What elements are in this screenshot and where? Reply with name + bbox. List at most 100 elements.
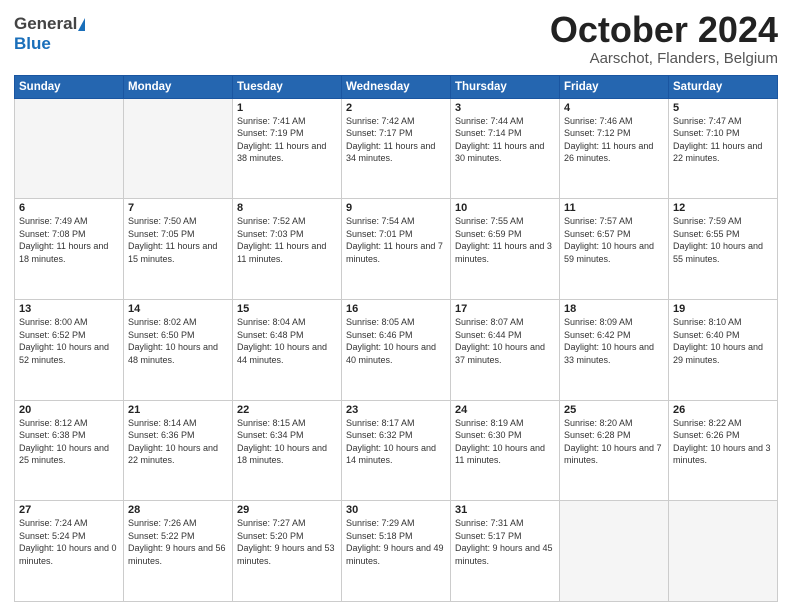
sunrise-text: Sunrise: 7:41 AM <box>237 115 337 128</box>
calendar-cell: 2Sunrise: 7:42 AMSunset: 7:17 PMDaylight… <box>342 98 451 199</box>
sunrise-text: Sunrise: 8:19 AM <box>455 417 555 430</box>
sunset-text: Sunset: 6:38 PM <box>19 429 119 442</box>
calendar-cell: 10Sunrise: 7:55 AMSunset: 6:59 PMDayligh… <box>451 199 560 300</box>
logo-general-text: General <box>14 14 77 34</box>
calendar-cell: 23Sunrise: 8:17 AMSunset: 6:32 PMDayligh… <box>342 400 451 501</box>
title-area: October 2024 Aarschot, Flanders, Belgium <box>550 10 778 67</box>
daylight-text: Daylight: 10 hours and 7 minutes. <box>564 442 664 467</box>
calendar-week-3: 20Sunrise: 8:12 AMSunset: 6:38 PMDayligh… <box>15 400 778 501</box>
calendar-table: Sunday Monday Tuesday Wednesday Thursday… <box>14 75 778 602</box>
sunrise-text: Sunrise: 7:31 AM <box>455 517 555 530</box>
calendar-cell: 22Sunrise: 8:15 AMSunset: 6:34 PMDayligh… <box>233 400 342 501</box>
day-number: 9 <box>346 202 446 214</box>
calendar-cell: 29Sunrise: 7:27 AMSunset: 5:20 PMDayligh… <box>233 501 342 602</box>
day-info: Sunrise: 7:24 AMSunset: 5:24 PMDaylight:… <box>19 517 119 567</box>
daylight-text: Daylight: 10 hours and 14 minutes. <box>346 442 446 467</box>
day-info: Sunrise: 8:15 AMSunset: 6:34 PMDaylight:… <box>237 417 337 467</box>
day-info: Sunrise: 7:29 AMSunset: 5:18 PMDaylight:… <box>346 517 446 567</box>
calendar-cell <box>124 98 233 199</box>
day-info: Sunrise: 7:42 AMSunset: 7:17 PMDaylight:… <box>346 115 446 165</box>
sunrise-text: Sunrise: 8:14 AM <box>128 417 228 430</box>
sunset-text: Sunset: 7:19 PM <box>237 127 337 140</box>
calendar-week-0: 1Sunrise: 7:41 AMSunset: 7:19 PMDaylight… <box>15 98 778 199</box>
day-number: 20 <box>19 404 119 416</box>
sunrise-text: Sunrise: 7:50 AM <box>128 215 228 228</box>
sunrise-text: Sunrise: 7:44 AM <box>455 115 555 128</box>
day-info: Sunrise: 8:05 AMSunset: 6:46 PMDaylight:… <box>346 316 446 366</box>
daylight-text: Daylight: 10 hours and 25 minutes. <box>19 442 119 467</box>
day-number: 25 <box>564 404 664 416</box>
sunrise-text: Sunrise: 7:46 AM <box>564 115 664 128</box>
sunrise-text: Sunrise: 8:02 AM <box>128 316 228 329</box>
sunset-text: Sunset: 5:22 PM <box>128 530 228 543</box>
sunset-text: Sunset: 6:40 PM <box>673 329 773 342</box>
sunrise-text: Sunrise: 8:12 AM <box>19 417 119 430</box>
sunrise-text: Sunrise: 7:52 AM <box>237 215 337 228</box>
calendar-cell: 13Sunrise: 8:00 AMSunset: 6:52 PMDayligh… <box>15 299 124 400</box>
calendar-week-2: 13Sunrise: 8:00 AMSunset: 6:52 PMDayligh… <box>15 299 778 400</box>
day-info: Sunrise: 7:47 AMSunset: 7:10 PMDaylight:… <box>673 115 773 165</box>
day-number: 23 <box>346 404 446 416</box>
day-number: 5 <box>673 102 773 114</box>
day-number: 29 <box>237 504 337 516</box>
sunrise-text: Sunrise: 8:17 AM <box>346 417 446 430</box>
day-info: Sunrise: 8:14 AMSunset: 6:36 PMDaylight:… <box>128 417 228 467</box>
col-thursday: Thursday <box>451 75 560 98</box>
sunrise-text: Sunrise: 7:49 AM <box>19 215 119 228</box>
day-number: 24 <box>455 404 555 416</box>
daylight-text: Daylight: 10 hours and 40 minutes. <box>346 341 446 366</box>
daylight-text: Daylight: 11 hours and 18 minutes. <box>19 240 119 265</box>
sunrise-text: Sunrise: 8:05 AM <box>346 316 446 329</box>
sunset-text: Sunset: 7:14 PM <box>455 127 555 140</box>
calendar-cell: 27Sunrise: 7:24 AMSunset: 5:24 PMDayligh… <box>15 501 124 602</box>
calendar-cell: 14Sunrise: 8:02 AMSunset: 6:50 PMDayligh… <box>124 299 233 400</box>
calendar-cell: 7Sunrise: 7:50 AMSunset: 7:05 PMDaylight… <box>124 199 233 300</box>
calendar-cell: 20Sunrise: 8:12 AMSunset: 6:38 PMDayligh… <box>15 400 124 501</box>
day-info: Sunrise: 8:07 AMSunset: 6:44 PMDaylight:… <box>455 316 555 366</box>
sunrise-text: Sunrise: 7:55 AM <box>455 215 555 228</box>
calendar-cell: 28Sunrise: 7:26 AMSunset: 5:22 PMDayligh… <box>124 501 233 602</box>
sunset-text: Sunset: 6:32 PM <box>346 429 446 442</box>
day-number: 1 <box>237 102 337 114</box>
day-info: Sunrise: 7:49 AMSunset: 7:08 PMDaylight:… <box>19 215 119 265</box>
daylight-text: Daylight: 10 hours and 18 minutes. <box>237 442 337 467</box>
daylight-text: Daylight: 10 hours and 52 minutes. <box>19 341 119 366</box>
day-info: Sunrise: 7:57 AMSunset: 6:57 PMDaylight:… <box>564 215 664 265</box>
col-sunday: Sunday <box>15 75 124 98</box>
day-number: 4 <box>564 102 664 114</box>
daylight-text: Daylight: 11 hours and 3 minutes. <box>455 240 555 265</box>
day-number: 14 <box>128 303 228 315</box>
sunset-text: Sunset: 6:55 PM <box>673 228 773 241</box>
calendar-cell: 5Sunrise: 7:47 AMSunset: 7:10 PMDaylight… <box>669 98 778 199</box>
daylight-text: Daylight: 11 hours and 22 minutes. <box>673 140 773 165</box>
sunset-text: Sunset: 6:44 PM <box>455 329 555 342</box>
sunset-text: Sunset: 7:08 PM <box>19 228 119 241</box>
daylight-text: Daylight: 10 hours and 11 minutes. <box>455 442 555 467</box>
sunset-text: Sunset: 6:59 PM <box>455 228 555 241</box>
header: General Blue October 2024 Aarschot, Flan… <box>14 10 778 67</box>
sunset-text: Sunset: 7:12 PM <box>564 127 664 140</box>
calendar-cell <box>669 501 778 602</box>
sunset-text: Sunset: 6:28 PM <box>564 429 664 442</box>
daylight-text: Daylight: 11 hours and 11 minutes. <box>237 240 337 265</box>
day-number: 8 <box>237 202 337 214</box>
calendar-cell <box>560 501 669 602</box>
daylight-text: Daylight: 10 hours and 29 minutes. <box>673 341 773 366</box>
calendar-week-1: 6Sunrise: 7:49 AMSunset: 7:08 PMDaylight… <box>15 199 778 300</box>
calendar-cell: 31Sunrise: 7:31 AMSunset: 5:17 PMDayligh… <box>451 501 560 602</box>
logo-blue-text: Blue <box>14 34 51 54</box>
daylight-text: Daylight: 11 hours and 15 minutes. <box>128 240 228 265</box>
calendar-cell: 12Sunrise: 7:59 AMSunset: 6:55 PMDayligh… <box>669 199 778 300</box>
calendar-cell: 30Sunrise: 7:29 AMSunset: 5:18 PMDayligh… <box>342 501 451 602</box>
calendar-cell: 15Sunrise: 8:04 AMSunset: 6:48 PMDayligh… <box>233 299 342 400</box>
daylight-text: Daylight: 11 hours and 30 minutes. <box>455 140 555 165</box>
sunrise-text: Sunrise: 8:09 AM <box>564 316 664 329</box>
day-info: Sunrise: 7:41 AMSunset: 7:19 PMDaylight:… <box>237 115 337 165</box>
daylight-text: Daylight: 9 hours and 49 minutes. <box>346 542 446 567</box>
col-monday: Monday <box>124 75 233 98</box>
col-wednesday: Wednesday <box>342 75 451 98</box>
calendar-cell: 17Sunrise: 8:07 AMSunset: 6:44 PMDayligh… <box>451 299 560 400</box>
daylight-text: Daylight: 9 hours and 53 minutes. <box>237 542 337 567</box>
daylight-text: Daylight: 11 hours and 38 minutes. <box>237 140 337 165</box>
sunrise-text: Sunrise: 8:20 AM <box>564 417 664 430</box>
